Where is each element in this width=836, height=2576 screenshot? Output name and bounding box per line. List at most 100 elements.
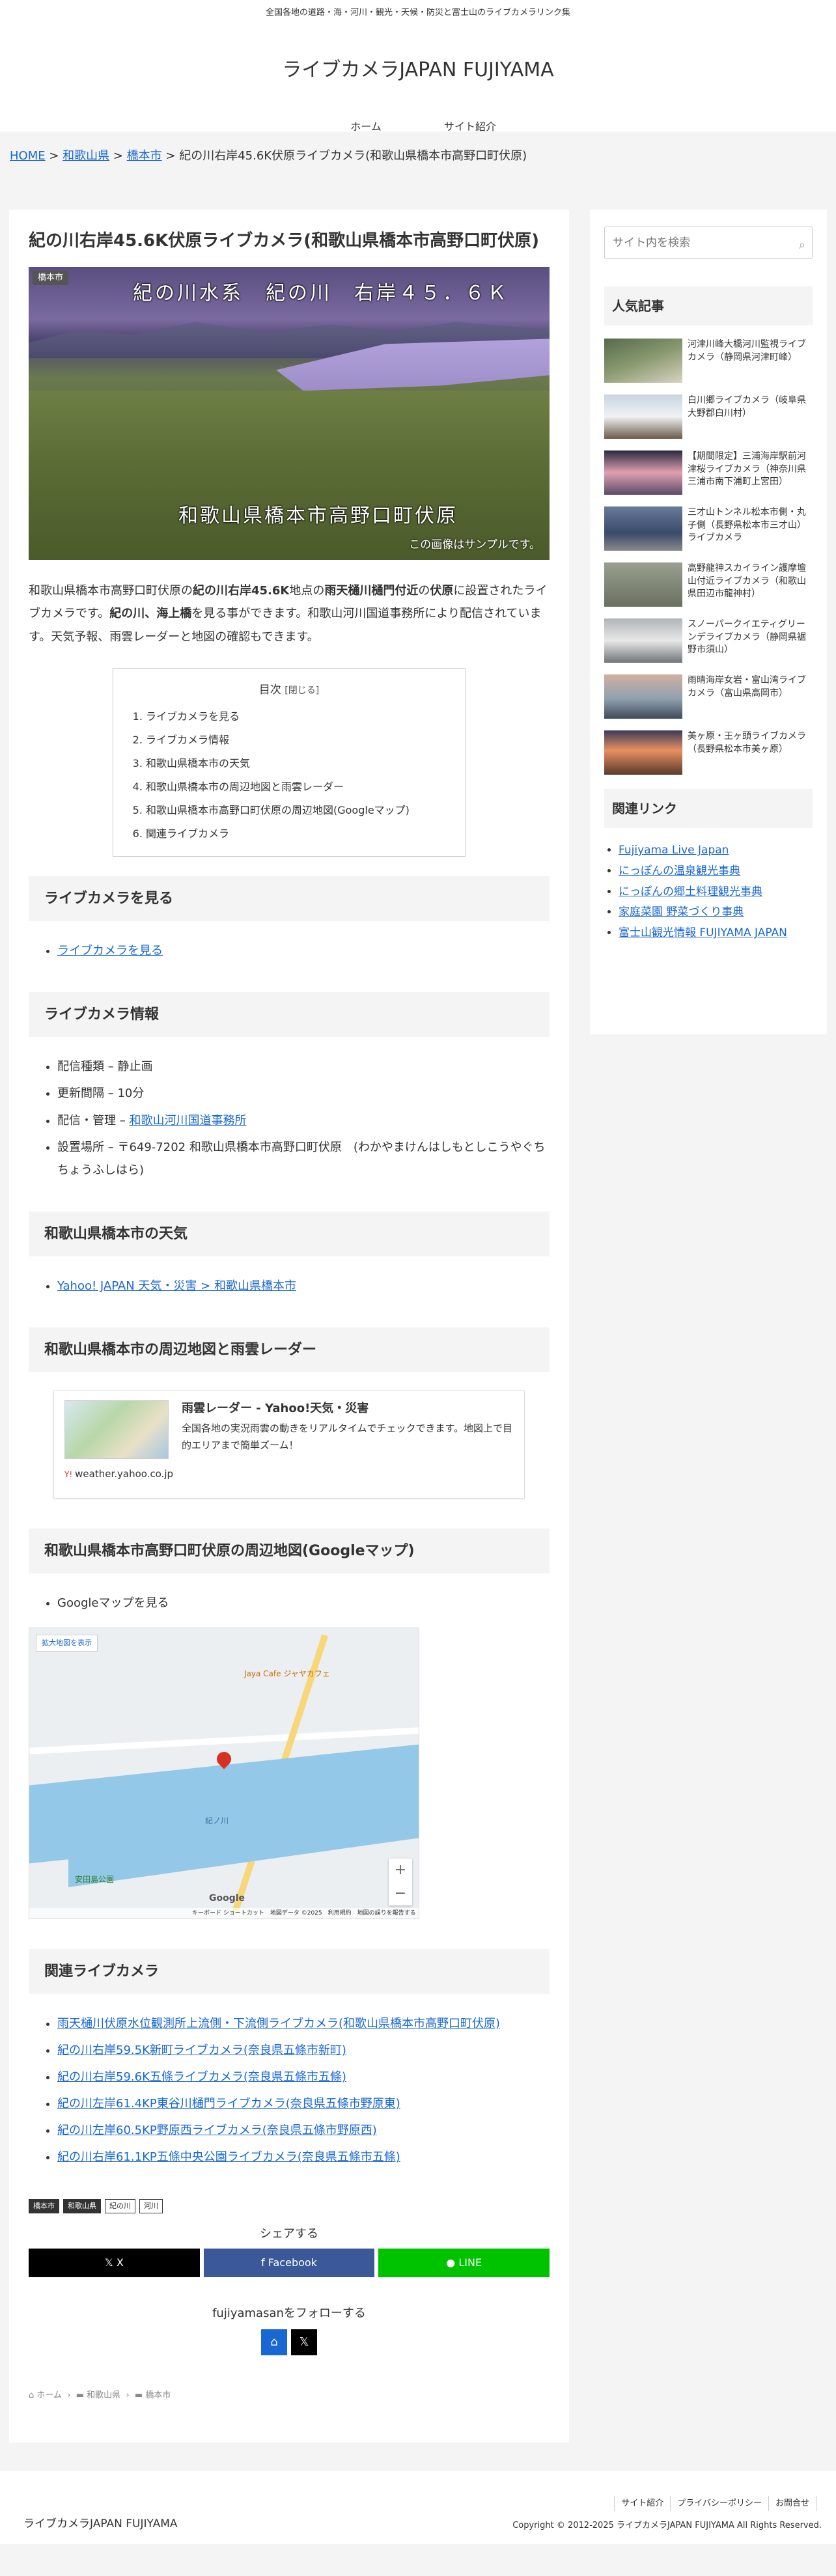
- search-icon[interactable]: ⌕: [799, 235, 805, 256]
- post-tag[interactable]: 河川: [139, 2198, 163, 2213]
- related-link[interactable]: Fujiyama Live Japan: [619, 844, 729, 857]
- bottom-crumb-pref[interactable]: 和歌山県: [87, 2390, 120, 2400]
- popular-item[interactable]: 【期間限定】三浦海岸駅前河津桜ライブカメラ（神奈川県三浦市南下浦町上宮田）: [604, 450, 813, 497]
- manager-link[interactable]: 和歌山河川国道事務所: [129, 1114, 246, 1128]
- info-manager: 配信・管理 – 和歌山河川国道事務所: [57, 1109, 550, 1132]
- section-weather: 和歌山県橋本市の天気 Yahoo! JAPAN 天気・災害 > 和歌山県橋本市: [29, 1211, 550, 1297]
- related-link[interactable]: にっぽんの温泉観光事典: [619, 865, 740, 878]
- nav-about[interactable]: サイト紹介: [418, 118, 522, 137]
- popular-title: 白川郷ライブカメラ（岐阜県大野郡白川村）: [688, 395, 806, 419]
- watch-live-camera-link[interactable]: ライブカメラを見る: [57, 944, 163, 958]
- popular-thumbnail: [604, 450, 682, 495]
- section-heading: ライブカメラを見る: [29, 876, 550, 922]
- related-camera-link[interactable]: 紀の川左岸60.5KP野原西ライブカメラ(奈良県五條市野原西): [57, 2124, 377, 2137]
- category-badge[interactable]: 橋本市: [33, 271, 69, 286]
- breadcrumb-home[interactable]: HOME: [10, 149, 46, 163]
- breadcrumb-pref[interactable]: 和歌山県: [63, 149, 109, 163]
- table-of-contents: 目次 [閉じる] ライブカメラを見る ライブカメラ情報 和歌山県橋本市の天気 和…: [113, 667, 466, 857]
- footer-logo[interactable]: ライブカメラJAPAN FUJIYAMA: [23, 2514, 178, 2534]
- bottom-crumb-city[interactable]: 橋本市: [145, 2390, 171, 2400]
- site-logo[interactable]: ライブカメラJAPAN FUJIYAMA: [0, 53, 836, 88]
- bottom-crumb-home[interactable]: ホーム: [36, 2390, 62, 2400]
- popular-thumbnail: [604, 674, 682, 719]
- toc-item[interactable]: ライブカメラを見る: [146, 705, 449, 728]
- toc-item[interactable]: 和歌山県橋本市高野口町伏原の周辺地図(Googleマップ): [146, 799, 449, 822]
- list-item: 紀の川右岸59.6K五條ライブカメラ(奈良県五條市五條): [57, 2066, 550, 2088]
- list-item: 富士山観光情報 FUJIYAMA JAPAN: [619, 924, 813, 943]
- x-icon: 𝕏: [299, 2335, 309, 2349]
- nav-home[interactable]: ホーム: [314, 118, 418, 137]
- section-list: 配信種類 – 静止画 更新間隔 – 10分 配信・管理 – 和歌山河川国道事務所…: [29, 1055, 550, 1181]
- line-icon: ●: [446, 2256, 459, 2269]
- share-facebook-button[interactable]: f Facebook: [203, 2248, 375, 2277]
- toc-title-text: 目次: [258, 683, 281, 697]
- share-x-label: X: [116, 2256, 124, 2269]
- section-list: Googleマップを見る: [29, 1592, 550, 1614]
- intro-bold: 伏原: [430, 584, 454, 598]
- list-item: Fujiyama Live Japan: [619, 841, 813, 861]
- popular-item[interactable]: 雨晴海岸女岩・富山湾ライブカメラ（富山県高岡市）: [604, 674, 813, 721]
- popular-item[interactable]: スノーパークイエティグリーンデライブカメラ（静岡県裾野市須山）: [604, 618, 813, 665]
- section-heading: 関連ライブカメラ: [29, 1949, 550, 1995]
- share-title: シェアする: [260, 2226, 318, 2241]
- related-link[interactable]: にっぽんの郷土料理観光事典: [619, 885, 762, 898]
- related-camera-link[interactable]: 紀の川右岸59.6K五條ライブカメラ(奈良県五條市五條): [57, 2070, 346, 2084]
- intro-paragraph: 和歌山県橋本市高野口町伏原の紀の川右岸45.6K地点の雨天樋川樋門付近の伏原に設…: [29, 579, 550, 648]
- follow-home-button[interactable]: ⌂: [261, 2329, 287, 2356]
- search-input[interactable]: [605, 227, 812, 258]
- toc-toggle[interactable]: [閉じる]: [285, 686, 319, 696]
- share-facebook-label: Facebook: [268, 2256, 317, 2269]
- intro-text: 和歌山県橋本市高野口町伏原の: [29, 584, 193, 598]
- section-heading: ライブカメラ情報: [29, 992, 550, 1038]
- blogcard-title: 雨雲レーダー - Yahoo!天気・災害: [182, 1401, 369, 1415]
- home-icon: ⌂: [29, 2390, 37, 2401]
- popular-item[interactable]: 三才山トンネル松本市側・丸子側（長野県松本市三才山）ライブカメラ: [604, 506, 813, 553]
- toc-item[interactable]: 和歌山県橋本市の周辺地図と雨雲レーダー: [146, 775, 449, 799]
- share-line-button[interactable]: ● LINE: [378, 2248, 550, 2277]
- map-enlarge-link[interactable]: 拡大地図を表示: [36, 1635, 98, 1652]
- related-camera-link[interactable]: 紀の川右岸61.1KP五條中央公園ライブカメラ(奈良県五條市五條): [57, 2150, 400, 2164]
- camera-overlay-place: 和歌山県橋本市高野口町伏原: [178, 505, 458, 528]
- toc-item[interactable]: ライブカメラ情報: [146, 728, 449, 752]
- toc-item[interactable]: 関連ライブカメラ: [146, 822, 449, 846]
- footer-link-about[interactable]: サイト紹介: [614, 2495, 670, 2512]
- category-tag[interactable]: 和歌山県: [63, 2198, 101, 2213]
- section-list: ライブカメラを見る: [29, 939, 550, 962]
- zoom-in-button[interactable]: +: [389, 1859, 412, 1882]
- post-tag[interactable]: 紀の川: [105, 2198, 135, 2213]
- map-label-cafe: Jaya Cafe ジャヤカフェ: [244, 1669, 330, 1679]
- sidebar: ⌕ 人気記事 河津川峰大橋河川監視ライブカメラ（静岡県河津町峰） 白川郷ライブカ…: [590, 210, 827, 1034]
- category-tag[interactable]: 橋本市: [29, 2198, 59, 2213]
- yahoo-favicon-icon: Y!: [64, 1469, 73, 1479]
- related-camera-link[interactable]: 紀の川右岸59.5K新町ライブカメラ(奈良県五條市新町): [57, 2043, 346, 2057]
- info-manager-label: 配信・管理 –: [57, 1113, 130, 1128]
- popular-item[interactable]: 河津川峰大橋河川監視ライブカメラ（静岡県河津町峰）: [604, 339, 813, 385]
- weather-link[interactable]: Yahoo! JAPAN 天気・災害 > 和歌山県橋本市: [57, 1279, 296, 1293]
- radar-blogcard[interactable]: 雨雲レーダー - Yahoo!天気・災害 全国各地の実況雨雲の動きをリアルタイム…: [53, 1390, 525, 1499]
- bottom-breadcrumb: ⌂ ホーム › ▬ 和歌山県 › ▬ 橋本市: [29, 2390, 171, 2401]
- footer-nav: サイト紹介 プライバシーポリシー お問合せ: [614, 2495, 816, 2512]
- footer-link-contact[interactable]: お問合せ: [768, 2495, 816, 2512]
- camera-overlay-title: 紀の川水系 紀の川 右岸４５．６Ｋ: [133, 282, 509, 305]
- footer-link-privacy[interactable]: プライバシーポリシー: [670, 2495, 768, 2512]
- google-map-embed[interactable]: 拡大地図を表示 Jaya Cafe ジャヤカフェ 紀ノ川 安田島公園 + − G…: [29, 1627, 419, 1920]
- blogcard-site: Y! weather.yahoo.co.jp: [64, 1465, 514, 1483]
- info-interval: 更新間隔 – 10分: [57, 1082, 550, 1105]
- related-camera-link[interactable]: 雨天樋川伏原水位観測所上流側・下流側ライブカメラ(和歌山県橋本市高野口町伏原): [57, 2017, 500, 2030]
- related-camera-link[interactable]: 紀の川左岸61.4KP東谷川樋門ライブカメラ(奈良県五條市野原東): [57, 2097, 400, 2111]
- follow-title: fujiyamasanをフォローする: [212, 2306, 366, 2320]
- toc-item[interactable]: 和歌山県橋本市の天気: [146, 752, 449, 775]
- list-item: にっぽんの郷土料理観光事典: [619, 883, 813, 902]
- popular-item[interactable]: 美ヶ原・王ヶ頭ライブカメラ（長野県松本市美ヶ原）: [604, 730, 813, 777]
- intro-text: 地点の: [289, 584, 325, 598]
- popular-item[interactable]: 白川郷ライブカメラ（岐阜県大野郡白川村）: [604, 395, 813, 441]
- related-link[interactable]: 富士山観光情報 FUJIYAMA JAPAN: [619, 926, 787, 939]
- related-link[interactable]: 家庭菜園 野菜づくり事典: [619, 906, 744, 919]
- popular-item[interactable]: 高野龍神スカイライン護摩壇山付近ライブカメラ（和歌山県田辺市龍神村）: [604, 562, 813, 609]
- follow-x-button[interactable]: 𝕏: [291, 2329, 317, 2356]
- share-x-button[interactable]: 𝕏 X: [29, 2248, 200, 2277]
- intro-bold: 紀の川、海上橋: [109, 607, 192, 621]
- map-zoom-control: + −: [389, 1859, 412, 1906]
- zoom-out-button[interactable]: −: [389, 1882, 412, 1905]
- breadcrumb-city[interactable]: 橋本市: [127, 149, 162, 163]
